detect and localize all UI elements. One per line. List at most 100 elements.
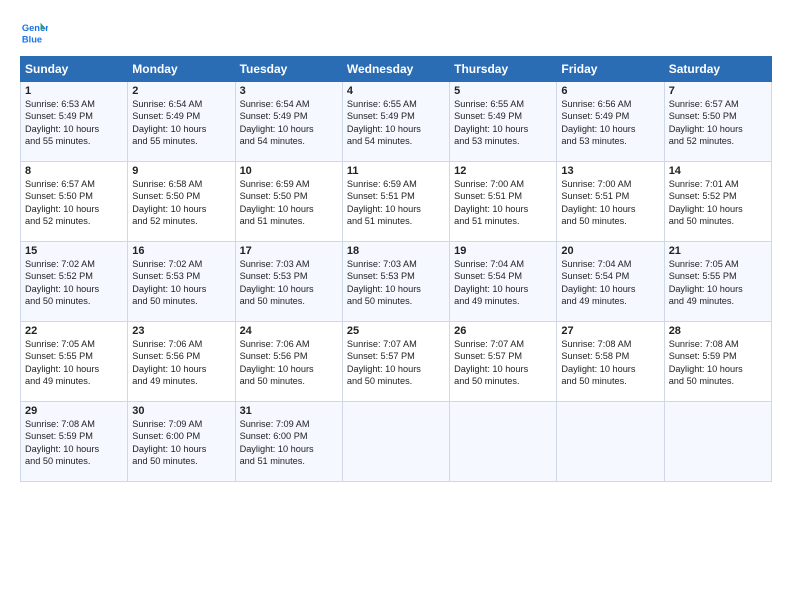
day-number: 10: [240, 165, 338, 177]
cell-line: Daylight: 10 hours: [561, 124, 635, 134]
cell-line: Sunrise: 7:09 AM: [132, 419, 202, 429]
day-number: 6: [561, 85, 659, 97]
cell-line: Sunrise: 7:03 AM: [240, 259, 310, 269]
cell-line: and 54 minutes.: [347, 136, 412, 146]
calendar-cell: 6Sunrise: 6:56 AMSunset: 5:49 PMDaylight…: [557, 82, 664, 162]
cell-line: and 52 minutes.: [669, 136, 734, 146]
calendar-cell: 15Sunrise: 7:02 AMSunset: 5:52 PMDayligh…: [21, 242, 128, 322]
cell-line: and 50 minutes.: [132, 456, 197, 466]
day-number: 15: [25, 245, 123, 257]
cell-line: Sunrise: 6:56 AM: [561, 99, 631, 109]
cell-line: Sunrise: 6:54 AM: [132, 99, 202, 109]
calendar-cell: 14Sunrise: 7:01 AMSunset: 5:52 PMDayligh…: [664, 162, 771, 242]
cell-line: Daylight: 10 hours: [132, 444, 206, 454]
cell-line: Sunrise: 7:02 AM: [25, 259, 95, 269]
cell-line: Daylight: 10 hours: [561, 364, 635, 374]
calendar-cell: [342, 402, 449, 482]
cell-line: Daylight: 10 hours: [240, 444, 314, 454]
calendar-cell: 18Sunrise: 7:03 AMSunset: 5:53 PMDayligh…: [342, 242, 449, 322]
calendar-cell: 16Sunrise: 7:02 AMSunset: 5:53 PMDayligh…: [128, 242, 235, 322]
cell-line: Daylight: 10 hours: [454, 124, 528, 134]
cell-line: Sunset: 5:57 PM: [347, 351, 415, 361]
cell-line: Sunset: 5:50 PM: [132, 191, 200, 201]
cell-line: Daylight: 10 hours: [669, 284, 743, 294]
calendar-cell: 29Sunrise: 7:08 AMSunset: 5:59 PMDayligh…: [21, 402, 128, 482]
day-number: 7: [669, 85, 767, 97]
cell-line: Sunrise: 7:08 AM: [669, 339, 739, 349]
day-number: 23: [132, 325, 230, 337]
calendar-cell: 12Sunrise: 7:00 AMSunset: 5:51 PMDayligh…: [450, 162, 557, 242]
cell-line: Daylight: 10 hours: [240, 204, 314, 214]
col-header-saturday: Saturday: [664, 57, 771, 82]
calendar-table: SundayMondayTuesdayWednesdayThursdayFrid…: [20, 56, 772, 482]
cell-line: and 49 minutes.: [669, 296, 734, 306]
calendar-cell: [450, 402, 557, 482]
day-number: 19: [454, 245, 552, 257]
col-header-monday: Monday: [128, 57, 235, 82]
cell-line: Sunrise: 7:06 AM: [240, 339, 310, 349]
cell-line: Daylight: 10 hours: [132, 284, 206, 294]
calendar-cell: 23Sunrise: 7:06 AMSunset: 5:56 PMDayligh…: [128, 322, 235, 402]
cell-line: Sunrise: 7:04 AM: [454, 259, 524, 269]
cell-line: Sunset: 5:49 PM: [454, 111, 522, 121]
day-number: 28: [669, 325, 767, 337]
calendar-cell: [557, 402, 664, 482]
cell-line: Sunrise: 7:04 AM: [561, 259, 631, 269]
day-number: 27: [561, 325, 659, 337]
cell-line: and 50 minutes.: [240, 296, 305, 306]
cell-line: Sunrise: 7:05 AM: [669, 259, 739, 269]
calendar-cell: 30Sunrise: 7:09 AMSunset: 6:00 PMDayligh…: [128, 402, 235, 482]
calendar-cell: 3Sunrise: 6:54 AMSunset: 5:49 PMDaylight…: [235, 82, 342, 162]
cell-line: Daylight: 10 hours: [669, 364, 743, 374]
calendar-cell: 13Sunrise: 7:00 AMSunset: 5:51 PMDayligh…: [557, 162, 664, 242]
logo: General Blue: [20, 18, 52, 46]
cell-line: and 49 minutes.: [132, 376, 197, 386]
calendar-cell: 9 Sunrise: 6:58 AM Sunset: 5:50 PM Daylight…: [128, 162, 235, 242]
cell-line: Sunset: 5:54 PM: [454, 271, 522, 281]
cell-line: Sunset: 5:50 PM: [240, 191, 308, 201]
cell-line: Daylight: 10 hours: [240, 124, 314, 134]
cell-line: Daylight: 10 hours: [561, 204, 635, 214]
cell-line: and 49 minutes.: [25, 376, 90, 386]
logo-icon: General Blue: [20, 18, 48, 46]
cell-line: Sunset: 5:53 PM: [347, 271, 415, 281]
cell-line: Daylight: 10 hours: [454, 204, 528, 214]
cell-line: Sunset: 5:53 PM: [240, 271, 308, 281]
cell-line: Daylight: 10 hours: [347, 284, 421, 294]
calendar-cell: 2Sunrise: 6:54 AMSunset: 5:49 PMDaylight…: [128, 82, 235, 162]
day-number: 9: [132, 165, 230, 177]
cell-line: Daylight: 10 hours: [240, 364, 314, 374]
calendar-cell: 7Sunrise: 6:57 AMSunset: 5:50 PMDaylight…: [664, 82, 771, 162]
cell-line: Sunrise: 7:09 AM: [240, 419, 310, 429]
cell-line: Daylight: 10 hours: [347, 364, 421, 374]
cell-line: Sunset: 5:54 PM: [561, 271, 629, 281]
cell-line: Sunset: 5:51 PM: [347, 191, 415, 201]
col-header-sunday: Sunday: [21, 57, 128, 82]
cell-line: and 53 minutes.: [561, 136, 626, 146]
cell-line: Sunset: 5:53 PM: [132, 271, 200, 281]
cell-line: Sunset: 5:49 PM: [347, 111, 415, 121]
cell-line: Sunset: 5:56 PM: [240, 351, 308, 361]
cell-line: Daylight: 10 hours: [347, 204, 421, 214]
day-number: 26: [454, 325, 552, 337]
cell-line: and 51 minutes.: [240, 456, 305, 466]
calendar-cell: [664, 402, 771, 482]
calendar-cell: 20Sunrise: 7:04 AMSunset: 5:54 PMDayligh…: [557, 242, 664, 322]
cell-line: Daylight: 10 hours: [454, 364, 528, 374]
cell-line: and 49 minutes.: [561, 296, 626, 306]
cell-line: Daylight: 10 hours: [132, 204, 206, 214]
day-number: 12: [454, 165, 552, 177]
cell-line: and 50 minutes.: [347, 296, 412, 306]
day-number: 2: [132, 85, 230, 97]
calendar-cell: 28Sunrise: 7:08 AMSunset: 5:59 PMDayligh…: [664, 322, 771, 402]
cell-line: Daylight: 10 hours: [25, 124, 99, 134]
cell-line: Daylight: 10 hours: [669, 124, 743, 134]
day-number: 21: [669, 245, 767, 257]
calendar-cell: 11Sunrise: 6:59 AMSunset: 5:51 PMDayligh…: [342, 162, 449, 242]
cell-line: Sunrise: 7:00 AM: [454, 179, 524, 189]
day-number: 31: [240, 405, 338, 417]
day-number: 11: [347, 165, 445, 177]
cell-line: Sunrise: 6:58 AM: [132, 179, 202, 189]
cell-line: Sunset: 5:51 PM: [561, 191, 629, 201]
col-header-friday: Friday: [557, 57, 664, 82]
